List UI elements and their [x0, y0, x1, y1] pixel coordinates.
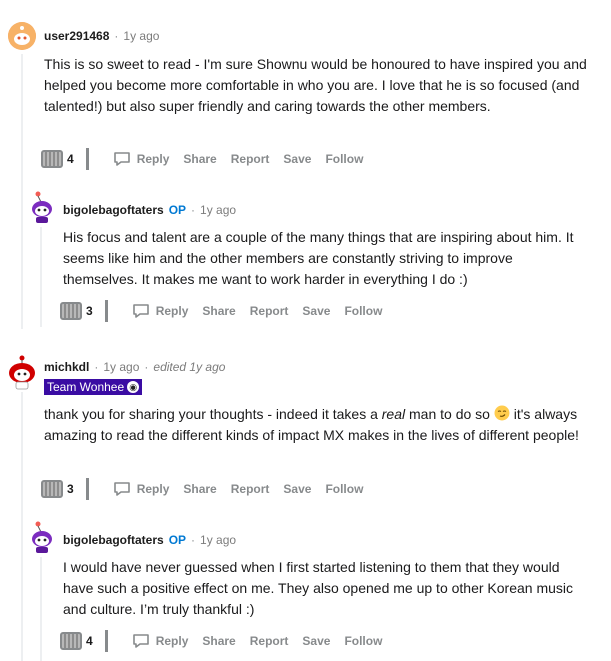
separator: · — [114, 29, 119, 43]
reply-button[interactable]: Reply — [132, 303, 189, 319]
reply-button[interactable]: Reply — [113, 481, 170, 497]
op-badge: OP — [168, 203, 187, 217]
comment-header: bigolebagoftaters OP · 1y ago — [63, 532, 236, 548]
comment-body: thank you for sharing your thoughts - in… — [44, 404, 592, 446]
reply-button[interactable]: Reply — [113, 151, 170, 167]
report-button[interactable]: Report — [231, 152, 270, 166]
username[interactable]: bigolebagoftaters — [63, 203, 164, 217]
reply-label: Reply — [136, 152, 170, 166]
timestamp[interactable]: 1y ago — [103, 360, 139, 374]
comment-bubble-icon — [113, 481, 131, 497]
save-button[interactable]: Save — [302, 634, 330, 648]
separator: · — [191, 203, 196, 217]
comment-body: This is so sweet to read - I'm sure Show… — [44, 56, 587, 114]
comment-body: I would have never guessed when I first … — [63, 559, 574, 617]
award-icon[interactable] — [60, 302, 82, 320]
separator: · — [144, 360, 149, 374]
separator: · — [191, 533, 196, 547]
body-text-part: man to do so — [405, 406, 494, 422]
comment-header: user291468 · 1y ago — [44, 28, 159, 44]
vote-count: 3 — [67, 482, 74, 496]
report-button[interactable]: Report — [231, 482, 270, 496]
save-button[interactable]: Save — [283, 152, 311, 166]
save-button[interactable]: Save — [283, 482, 311, 496]
share-button[interactable]: Share — [202, 304, 235, 318]
comment-actions: 3 Reply Share Report Save Follow — [41, 478, 377, 500]
comment-actions: 4 Reply Share Report Save Follow — [41, 148, 377, 170]
timestamp[interactable]: 1y ago — [123, 29, 159, 43]
save-button[interactable]: Save — [302, 304, 330, 318]
comment-bubble-icon — [113, 151, 131, 167]
vote-divider — [104, 300, 108, 322]
report-button[interactable]: Report — [250, 304, 289, 318]
vote-divider — [104, 630, 108, 652]
vote-divider — [85, 478, 89, 500]
timestamp[interactable]: 1y ago — [200, 203, 236, 217]
comment-header: michkdl · 1y ago · edited 1y ago — [44, 359, 225, 375]
reply-label: Reply — [136, 482, 170, 496]
body-emphasis: real — [381, 406, 406, 422]
share-button[interactable]: Share — [202, 634, 235, 648]
flair-text: Team Wonhee — [47, 380, 125, 394]
vote-count: 4 — [67, 152, 74, 166]
comment-header: bigolebagoftaters OP · 1y ago — [63, 202, 236, 218]
username[interactable]: user291468 — [44, 29, 109, 43]
share-button[interactable]: Share — [183, 152, 216, 166]
snoo-avatar-icon — [32, 191, 52, 223]
report-button[interactable]: Report — [250, 634, 289, 648]
follow-button[interactable]: Follow — [325, 482, 363, 496]
snoo-avatar-icon — [32, 521, 52, 553]
timestamp[interactable]: 1y ago — [200, 533, 236, 547]
award-icon[interactable] — [60, 632, 82, 650]
comment-bubble-icon — [132, 303, 150, 319]
smirk-emoji-icon — [494, 405, 510, 421]
vote-count: 4 — [86, 634, 93, 648]
award-icon[interactable] — [41, 150, 63, 168]
username[interactable]: michkdl — [44, 360, 89, 374]
avatar[interactable] — [28, 190, 56, 224]
avatar[interactable] — [6, 354, 38, 390]
follow-button[interactable]: Follow — [344, 634, 382, 648]
edited-label: edited 1y ago — [153, 360, 226, 374]
user-flair: Team Wonhee ◉ — [44, 379, 143, 395]
vote-divider — [85, 148, 89, 170]
flair-emoji-icon: ◉ — [127, 381, 140, 393]
thread-line[interactable] — [40, 227, 42, 327]
share-button[interactable]: Share — [183, 482, 216, 496]
separator: · — [94, 360, 99, 374]
comment-body: His focus and talent are a couple of the… — [63, 229, 574, 287]
snoo-avatar-icon — [9, 355, 35, 390]
reply-label: Reply — [155, 304, 189, 318]
comment-actions: 4 Reply Share Report Save Follow — [60, 630, 396, 652]
username[interactable]: bigolebagoftaters — [63, 533, 164, 547]
comment-actions: 3 Reply Share Report Save Follow — [60, 300, 396, 322]
thread-line[interactable] — [21, 392, 23, 661]
snoo-avatar-icon — [8, 22, 36, 50]
reply-label: Reply — [155, 634, 189, 648]
op-badge: OP — [168, 533, 187, 547]
comment-bubble-icon — [132, 633, 150, 649]
avatar[interactable] — [28, 520, 56, 554]
reply-button[interactable]: Reply — [132, 633, 189, 649]
thread-line[interactable] — [40, 557, 42, 661]
vote-count: 3 — [86, 304, 93, 318]
thread-line[interactable] — [21, 54, 23, 329]
body-text-part: thank you for sharing your thoughts - in… — [44, 406, 382, 422]
follow-button[interactable]: Follow — [325, 152, 363, 166]
award-icon[interactable] — [41, 480, 63, 498]
follow-button[interactable]: Follow — [344, 304, 382, 318]
avatar[interactable] — [8, 22, 36, 50]
